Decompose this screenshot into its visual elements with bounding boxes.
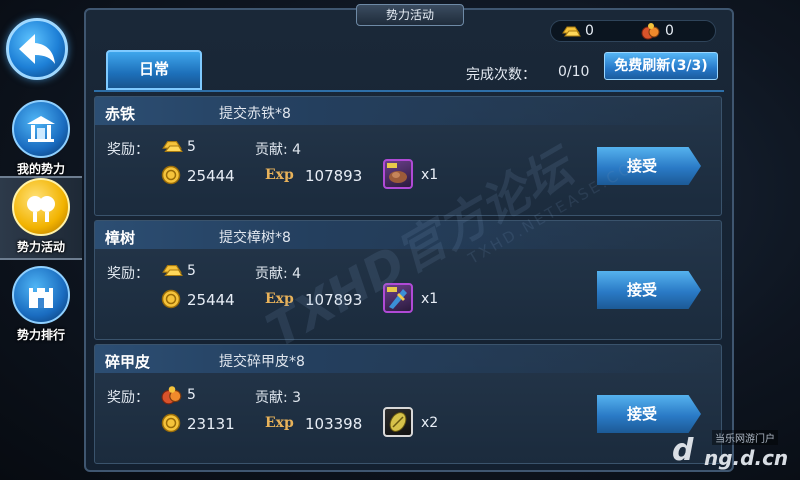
free-refresh-button[interactable]: 免费刷新(3/3) [604, 52, 718, 80]
exp-value: 107893 [305, 167, 363, 185]
quest-header [95, 345, 721, 373]
exp-label: Exp [265, 415, 294, 431]
gold-currency: 0 [561, 23, 633, 39]
item-slot[interactable] [383, 159, 413, 189]
completion-label: 完成次数： [466, 67, 536, 83]
back-button[interactable] [6, 18, 68, 80]
quest-card: 碎甲皮 提交碎甲皮*8 奖励： 5 贡献: 3 23131 Exp 103398… [94, 344, 722, 464]
nav-faction-activity-label: 势力活动 [16, 240, 65, 254]
exp-label: Exp [265, 167, 294, 183]
contribution: 贡献: 4 [255, 142, 302, 158]
accept-button[interactable]: 接受 [597, 395, 701, 433]
gift-count: 0 [665, 23, 674, 39]
exp-value: 103398 [305, 415, 363, 433]
gift-currency: 0 [641, 22, 713, 40]
reward-label: 奖励： [107, 142, 149, 158]
nav-faction-ranking[interactable]: 势力排行 [0, 266, 82, 350]
item-quantity: x1 [421, 167, 439, 183]
gift-bag-icon [641, 23, 660, 40]
item-slot[interactable] [383, 407, 413, 437]
coin-value: 25444 [187, 291, 235, 309]
contribution: 贡献: 3 [255, 390, 302, 406]
site-badge: 当乐网游门户 [712, 430, 778, 445]
back-arrow-icon [19, 34, 55, 64]
item-quantity: x2 [421, 415, 439, 431]
site-logo: d [672, 433, 694, 468]
pavilion-icon [12, 100, 70, 158]
quest-task: 提交赤铁*8 [219, 106, 291, 122]
reward-label: 奖励： [107, 390, 149, 406]
quest-header [95, 97, 721, 125]
armor-hide-icon [389, 412, 407, 432]
quest-card: 赤铁 提交赤铁*8 奖励： 5 贡献: 4 25444 Exp 107893 x… [94, 96, 722, 216]
cheer-icon [12, 178, 70, 236]
quest-name: 赤铁 [105, 105, 136, 123]
item-quantity: x1 [421, 291, 439, 307]
reward-value: 5 [187, 263, 196, 279]
tab-underline [94, 90, 724, 92]
activity-panel: 势力活动 0 0 日常 完成次数： 0/10 免费刷新(3/3) 赤铁 提交赤铁… [84, 4, 734, 472]
site-url: ng.d.cn [704, 446, 789, 470]
coin-icon [161, 289, 181, 309]
accept-button[interactable]: 接受 [597, 271, 701, 309]
tab-daily[interactable]: 日常 [106, 50, 202, 90]
rank-castle-icon [12, 266, 70, 324]
gift-bag-icon [161, 386, 182, 405]
currency-bar: 0 0 [550, 20, 716, 42]
completion-count: 0/10 [558, 64, 590, 80]
nav-my-faction-label: 我的势力 [16, 162, 65, 176]
gold-ingot-icon [562, 26, 581, 37]
quest-name: 碎甲皮 [105, 353, 151, 371]
reward-label: 奖励： [107, 266, 149, 282]
gold-count: 0 [585, 23, 594, 39]
gold-ingot-icon [162, 265, 183, 277]
reward-value: 5 [187, 387, 196, 403]
reward-value: 5 [187, 139, 196, 155]
nav-faction-activity[interactable]: 势力活动 [0, 176, 82, 260]
quest-name: 樟树 [105, 229, 136, 247]
coin-icon [161, 165, 181, 185]
coin-icon [161, 413, 181, 433]
panel-title: 势力活动 [356, 4, 464, 26]
coin-value: 25444 [187, 167, 235, 185]
coin-value: 23131 [187, 415, 235, 433]
red-iron-icon [387, 163, 407, 183]
gold-ingot-icon [162, 141, 183, 153]
quest-task: 提交樟树*8 [219, 230, 291, 246]
nav-my-faction[interactable]: 我的势力 [0, 100, 82, 184]
nav-faction-ranking-label: 势力排行 [16, 328, 65, 342]
